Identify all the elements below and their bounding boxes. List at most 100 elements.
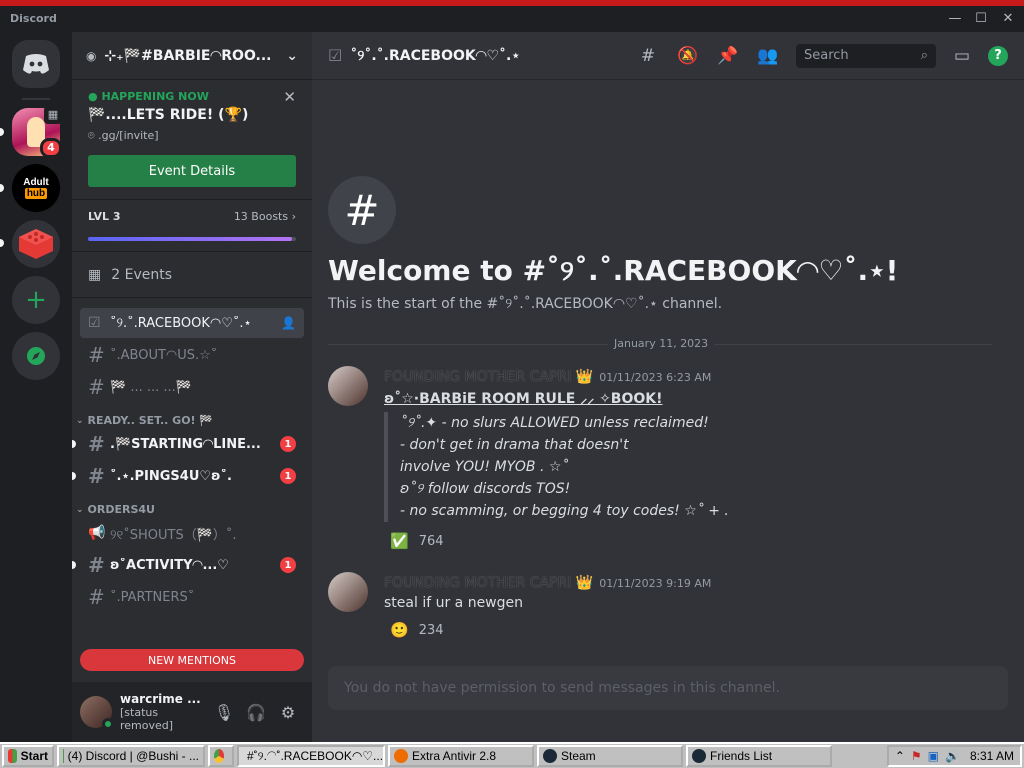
channel-label: ˚.⋆.PINGS4U♡ʚ˚. [110,468,232,484]
channel-label: ˚.ABOUT◠US.☆˚ [110,347,218,363]
message-header: FOUNDING MOTHER CAPRI 👑 01/11/2023 9:19 A… [384,572,988,591]
home-button[interactable] [12,40,60,88]
mention-badge: 1 [280,557,296,573]
channel-flags[interactable]: # 🏁 ... ... ...🏁 [80,372,304,402]
message-timestamp: 01/11/2023 9:19 AM [599,577,712,590]
boost-progress[interactable]: LVL 3 13 Boosts › [72,200,312,252]
location-icon: ⌾ [88,129,95,142]
reaction-count: 764 [418,533,444,549]
red-block-icon [19,229,53,259]
headphones-icon[interactable]: 🎧 [240,696,272,728]
reaction-count: 234 [418,622,444,638]
unread-pill [0,128,4,136]
hash-icon: # [88,464,105,488]
threads-icon[interactable]: # [634,42,662,70]
add-member-icon[interactable]: 👤 [281,316,296,330]
event-details-button[interactable]: Event Details [88,155,296,187]
system-tray: ⌃ ⚑ ▣ 🔊 8:31 AM [886,745,1022,767]
taskbar-item-discord-dm[interactable]: (4) Discord | @Bushi - ... [57,745,205,767]
avatar[interactable] [80,696,114,730]
channel-label: ˚୨.˚.RACEBOOK◠♡˚.⋆ [110,315,252,331]
mute-icon[interactable]: 🔕 [674,42,702,70]
add-server-icon[interactable]: + [12,276,60,324]
message: FOUNDING MOTHER CAPRI 👑 01/11/2023 6:23 A… [328,366,988,552]
category-ready-set-go[interactable]: ⌄ READY.. SET.. GO! 🏁 [76,414,304,427]
taskbar-item-chrome[interactable] [208,745,234,767]
network-icon[interactable]: ▣ [928,749,939,763]
welcome-title: Welcome to #˚୨˚.˚.RACEBOOK◠♡˚.⋆! [328,254,899,287]
events-button[interactable]: ▦ 2 Events [72,252,312,298]
taskbar-label: (4) Discord | @Bushi - ... [67,749,199,763]
unread-pill [0,239,4,247]
app-title: Discord [10,12,57,25]
calendar-icon: ▦ [44,106,62,124]
channel-sidebar: ◉ ⊹₊🏁#BARBIE◠ROO... ⌄ ● HAPPENING NOW ✕ … [72,32,312,742]
category-orders[interactable]: ⌄ ORDERS4U [76,503,304,516]
channel-title: ˚୨˚.˚.RACEBOOK◠♡˚.⋆ [350,47,521,64]
check-emoji-icon: ✅ [390,532,409,550]
taskbar-label: Steam [561,749,596,763]
hash-icon: # [88,585,105,609]
search-icon: ⌕ [920,48,928,63]
close-event-icon[interactable]: ✕ [283,88,296,106]
message-header: FOUNDING MOTHER CAPRI 👑 01/11/2023 6:23 A… [384,366,988,385]
reaction-button[interactable]: ✅ 764 [384,530,450,552]
quote-line: involve YOU! MYOB . ☆˚ [400,459,569,475]
start-button[interactable]: Start [2,745,54,767]
server-header[interactable]: ◉ ⊹₊🏁#BARBIE◠ROO... ⌄ [72,32,312,80]
channel-pings[interactable]: # ˚.⋆.PINGS4U♡ʚ˚. 1 [72,461,304,491]
channel-about-us[interactable]: # ˚.ABOUT◠US.☆˚ [80,340,304,370]
maximize-icon[interactable]: ☐ [967,9,995,29]
inbox-icon[interactable]: ▭ [948,42,976,70]
pin-icon[interactable]: 📌 [714,42,742,70]
avatar[interactable] [328,366,368,406]
reaction-button[interactable]: 🙂 234 [384,619,450,641]
channel-shouts[interactable]: 📢 ୨୧˚SHOUTS（🏁）˚. [80,518,304,548]
new-mentions-button[interactable]: NEW MENTIONS [80,649,304,671]
server-adult[interactable]: Adult hub [12,164,60,212]
explore-icon[interactable] [12,332,60,380]
tray-arrow-icon[interactable]: ⌃ [895,749,905,763]
chevron-down-icon: ⌄ [76,504,84,515]
taskbar-item-discord-channel[interactable]: #˚୨.◠˚.RACEBOOK◠♡... [237,745,385,767]
gear-icon[interactable]: ⚙ [272,696,304,728]
channel-partners[interactable]: # ˚.PARTNERS˚ [80,582,304,612]
event-title: 🏁....LETS RIDE! (🏆) [88,107,249,123]
microphone-icon[interactable]: 🎙 [208,696,240,728]
clock[interactable]: 8:31 AM [970,749,1014,763]
boost-bar-fill [88,237,292,241]
channel-starting-line[interactable]: # .🏁STARTING◠LINE... 1 [72,429,304,459]
close-icon[interactable]: ✕ [994,9,1022,29]
volume-icon[interactable]: 🔊 [945,749,960,763]
antivirus-icon [394,749,408,763]
message-author[interactable]: FOUNDING MOTHER CAPRI 👑 [384,369,593,385]
user-info[interactable]: warcrime ... [status removed] [120,692,208,732]
channel-activity[interactable]: # ʚ˚ACTIVITY◠...♡ 1 [72,550,304,580]
channel-label: ʚ˚ACTIVITY◠...♡ [110,557,229,573]
notification-badge: 4 [40,138,62,158]
quote-line: - don't get in drama that doesn't [400,437,629,453]
discord-window: Discord — ☐ ✕ ▦ 4 Adult hub + ◉ ⊹₊� [0,0,1024,742]
server-banner-icon: ◉ [86,48,97,63]
quote-line: ʚ˚୨ follow discords TOS! [400,481,571,497]
chevron-down-icon: ⌄ [76,415,84,426]
taskbar-item-steam[interactable]: Steam [537,745,683,767]
server-roblox[interactable] [12,220,60,268]
hash-icon: # [88,343,105,367]
taskbar-item-friends[interactable]: Friends List [686,745,832,767]
blockquote: ˚୨˚.✦ - no slurs ALLOWED unless reclaime… [384,412,988,522]
channel-racebook[interactable]: ☑ ˚୨.˚.RACEBOOK◠♡˚.⋆ 👤 [80,308,304,338]
message-author[interactable]: FOUNDING MOTHER CAPRI 👑 [384,575,593,591]
minimize-icon[interactable]: — [941,9,969,29]
help-icon[interactable]: ? [988,45,1008,66]
taskbar-item-antivirus[interactable]: Extra Antivir 2.8 [388,745,534,767]
avatar[interactable] [328,572,368,612]
taskbar-label: #˚୨.◠˚.RACEBOOK◠♡... [247,748,384,763]
hash-icon: # [88,432,105,456]
flag-icon[interactable]: ⚑ [911,749,922,763]
unread-pill [72,472,76,480]
members-icon[interactable]: 👥 [754,42,782,70]
search-input[interactable]: Search ⌕ [796,43,936,68]
chrome-icon [214,749,224,763]
online-status-icon [102,718,114,730]
